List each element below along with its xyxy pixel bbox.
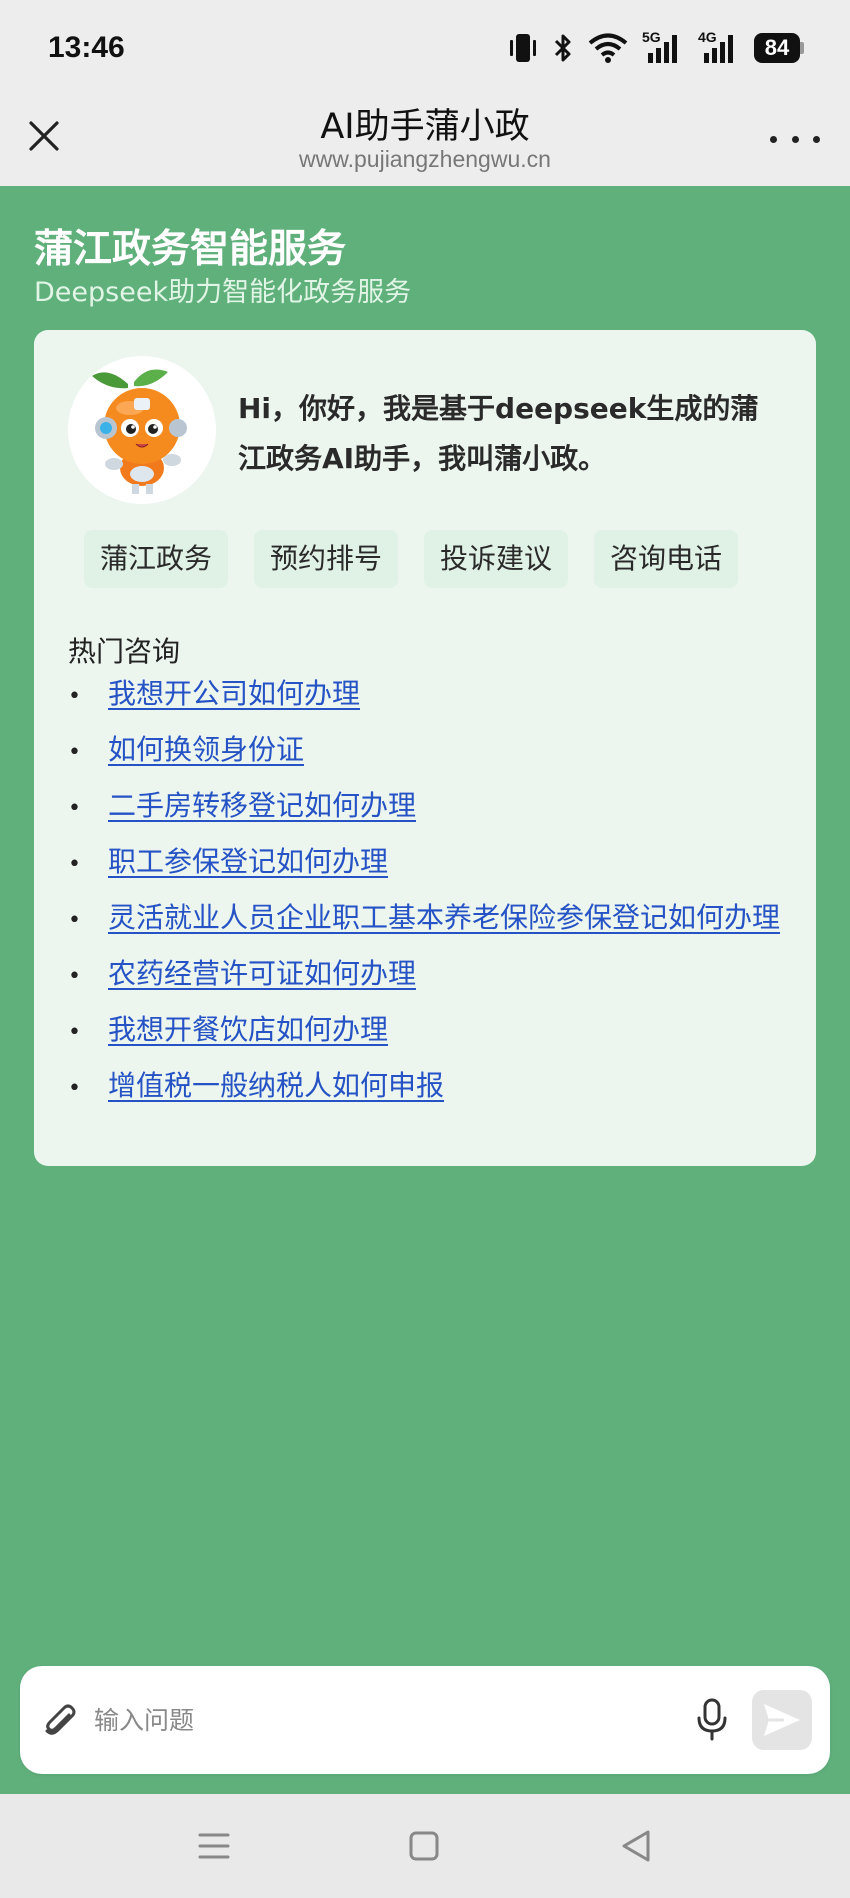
list-item: 我想开餐饮店如何办理 (68, 1008, 788, 1055)
home-square-icon (409, 1831, 439, 1861)
status-time: 13:46 (48, 31, 125, 64)
hot-question-link[interactable]: 职工参保登记如何办理 (108, 845, 388, 878)
main-content: 蒲江政务智能服务 Deepseek助力智能化政务服务 Hi，你好，我是基于dee… (0, 186, 850, 1794)
more-button[interactable] (770, 124, 820, 154)
orange-robot-icon (68, 356, 216, 504)
page-title: AI助手蒲小政 (320, 107, 530, 147)
status-bar: 13:46 5G 4G 84 (0, 0, 850, 96)
paperclip-icon (45, 1704, 76, 1735)
microphone-icon (697, 1698, 727, 1741)
page-url: www.pujiangzhengwu.cn (299, 146, 551, 172)
more-icon (770, 135, 777, 143)
chip-complaint[interactable]: 投诉建议 (424, 530, 569, 588)
list-item: 如何换领身份证 (68, 728, 788, 775)
hot-question-link[interactable]: 农药经营许可证如何办理 (108, 957, 416, 990)
attach-button[interactable] (36, 1696, 86, 1746)
chip-pujiang-gov[interactable]: 蒲江政务 (84, 530, 229, 588)
hot-questions-title: 热门咨询 (68, 635, 181, 668)
assistant-avatar (68, 356, 216, 504)
signal-5g-icon: 5G (642, 29, 684, 65)
status-icons: 5G 4G 84 (508, 29, 804, 65)
back-triangle-icon (622, 1830, 650, 1862)
voice-input-button[interactable] (684, 1692, 740, 1748)
list-item: 农药经营许可证如何办理 (68, 952, 788, 999)
vibrate-icon (508, 31, 538, 65)
back-button[interactable] (614, 1824, 658, 1868)
greeting-text: Hi，你好，我是基于deepseek生成的蒲江政务AI助手，我叫蒲小政。 (238, 392, 759, 475)
system-nav-bar (0, 1794, 850, 1898)
bluetooth-icon (552, 32, 574, 64)
hero-title: 蒲江政务智能服务 (34, 227, 347, 272)
chip-hotline[interactable]: 咨询电话 (594, 530, 739, 588)
menu-icon (198, 1833, 230, 1859)
list-item: 灵活就业人员企业职工基本养老保险参保登记如何办理 (68, 896, 788, 943)
quick-actions: 蒲江政务 预约排号 投诉建议 咨询电话 (84, 530, 804, 588)
chat-input-bar (20, 1666, 830, 1774)
signal-4g-icon: 4G (698, 29, 740, 65)
hot-questions-list: 我想开公司如何办理 如何换领身份证 二手房转移登记如何办理 职工参保登记如何办理… (68, 672, 788, 1120)
hot-question-link[interactable]: 二手房转移登记如何办理 (108, 789, 416, 822)
hot-question-link[interactable]: 我想开公司如何办理 (108, 677, 360, 710)
battery-level: 84 (754, 33, 800, 63)
question-input[interactable] (94, 1690, 664, 1750)
welcome-card: Hi，你好，我是基于deepseek生成的蒲江政务AI助手，我叫蒲小政。 蒲江政… (34, 330, 816, 1166)
home-button[interactable] (402, 1824, 446, 1868)
send-icon (764, 1704, 800, 1736)
battery-icon: 84 (754, 33, 804, 63)
hot-question-link[interactable]: 如何换领身份证 (108, 733, 304, 766)
list-item: 我想开公司如何办理 (68, 672, 788, 719)
hot-question-link[interactable]: 灵活就业人员企业职工基本养老保险参保登记如何办理 (108, 901, 780, 934)
send-button[interactable] (752, 1690, 812, 1750)
hot-question-link[interactable]: 增值税一般纳税人如何申报 (108, 1069, 444, 1102)
hero-subtitle: Deepseek助力智能化政务服务 (34, 277, 412, 308)
hot-question-link[interactable]: 我想开餐饮店如何办理 (108, 1013, 388, 1046)
list-item: 二手房转移登记如何办理 (68, 784, 788, 831)
list-item: 增值税一般纳税人如何申报 (68, 1064, 788, 1111)
list-item: 职工参保登记如何办理 (68, 840, 788, 887)
recent-apps-button[interactable] (192, 1824, 236, 1868)
chip-appointment[interactable]: 预约排号 (254, 530, 399, 588)
title-bar: AI助手蒲小政 www.pujiangzhengwu.cn (0, 96, 850, 186)
wifi-icon (588, 32, 628, 64)
